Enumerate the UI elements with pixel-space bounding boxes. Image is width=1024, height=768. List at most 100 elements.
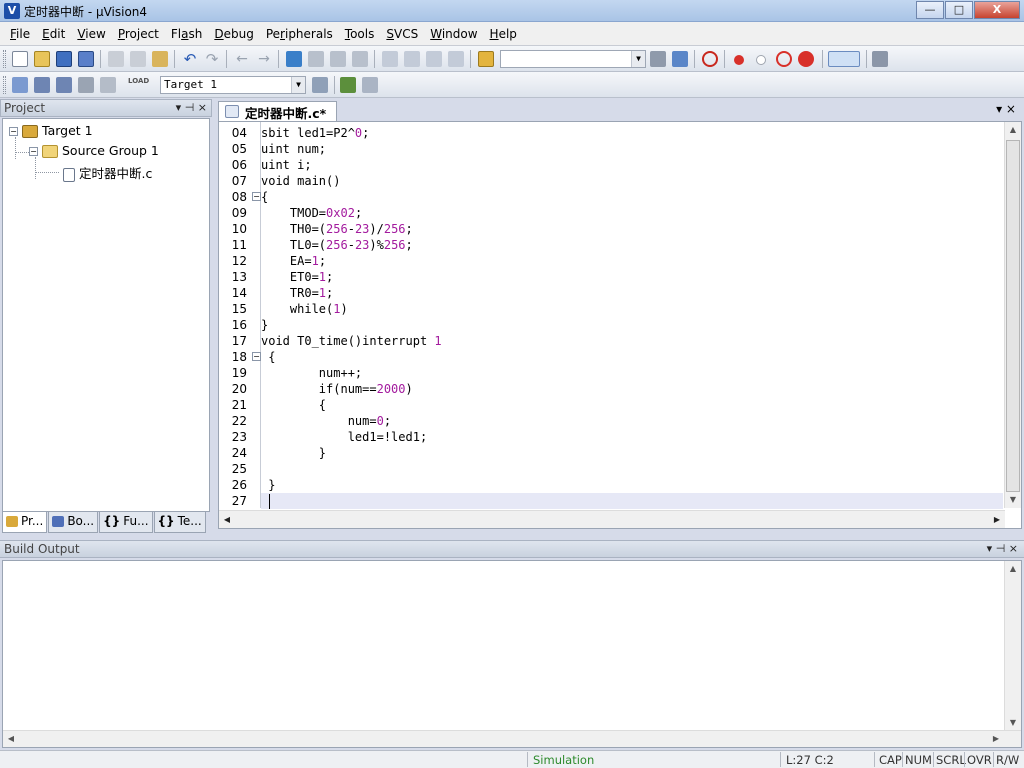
code-line[interactable]: TL0=(256-23)%256; — [261, 237, 1003, 253]
editor-controls[interactable]: ▾ × — [996, 102, 1016, 116]
code-area[interactable]: sbit led1=P2^0; uint num; uint i; void main… — [261, 122, 1003, 508]
project-panel-controls[interactable]: ▾ ⊣ × — [176, 100, 207, 116]
prev-bookmark-icon[interactable] — [308, 51, 324, 67]
debug-session-icon[interactable] — [702, 51, 718, 67]
menu-item[interactable]: Debug — [208, 27, 259, 41]
menu-item[interactable]: Edit — [36, 27, 71, 41]
unindent-icon[interactable] — [404, 51, 420, 67]
new-file-icon[interactable] — [12, 51, 28, 67]
paste-icon[interactable] — [152, 51, 168, 67]
find-combo[interactable]: ▼ — [500, 50, 646, 68]
rebuild-icon[interactable] — [56, 77, 72, 93]
code-line[interactable]: void T0_time()interrupt 1 — [261, 333, 1003, 349]
stop-build-icon[interactable] — [100, 77, 116, 93]
menu-item[interactable]: Help — [484, 27, 523, 41]
tree-item-source-file[interactable]: 定时器中断.c — [63, 163, 152, 182]
chevron-down-icon[interactable]: ▼ — [291, 77, 305, 93]
target-combo[interactable]: Target 1 ▼ — [160, 76, 306, 94]
tab-project[interactable]: Pr... — [2, 512, 48, 533]
code-line[interactable]: while(1) — [261, 301, 1003, 317]
download-icon[interactable]: LOAD — [128, 77, 149, 93]
code-line[interactable]: } — [261, 317, 1003, 333]
code-line[interactable] — [261, 493, 1003, 509]
target-options-icon[interactable] — [312, 77, 328, 93]
menu-item[interactable]: Window — [424, 27, 483, 41]
horizontal-scrollbar[interactable]: ◀ ▶ — [3, 730, 1021, 747]
code-line[interactable]: num++; — [261, 365, 1003, 381]
menu-item[interactable]: Flash — [165, 27, 208, 41]
chevron-down-icon[interactable]: ▼ — [631, 51, 645, 67]
code-line[interactable]: } — [261, 477, 1003, 493]
tree-item-target[interactable]: − Target 1 — [9, 123, 93, 138]
scrollbar-thumb[interactable] — [1006, 140, 1020, 492]
copy-icon[interactable] — [130, 51, 146, 67]
redo-icon[interactable]: ↷ — [204, 51, 220, 67]
menu-item[interactable]: SVCS — [380, 27, 424, 41]
code-line[interactable]: sbit led1=P2^0; — [261, 125, 1003, 141]
menu-item[interactable]: Tools — [339, 27, 381, 41]
code-line[interactable]: if(num==2000) — [261, 381, 1003, 397]
code-editor[interactable]: 04 05 06 07 08 09 10 11 12 13 14 15 16 17 18 19 20 21 22 23… — [218, 121, 1022, 529]
tree-item-source-group[interactable]: − Source Group 1 — [29, 143, 159, 158]
open-file-icon[interactable] — [34, 51, 50, 67]
fold-toggle-icon[interactable]: − — [252, 352, 261, 361]
next-bookmark-icon[interactable] — [330, 51, 346, 67]
horizontal-scrollbar[interactable]: ◀ ▶ — [219, 510, 1005, 528]
code-line[interactable]: { — [261, 349, 1003, 365]
code-line[interactable]: TH0=(256-23)/256; — [261, 221, 1003, 237]
batch-build-icon[interactable] — [78, 77, 94, 93]
scroll-down-icon[interactable]: ▼ — [1005, 492, 1021, 508]
comment-icon[interactable] — [426, 51, 442, 67]
scroll-left-icon[interactable]: ◀ — [3, 731, 19, 747]
bookmark-icon[interactable] — [286, 51, 302, 67]
clear-bookmarks-icon[interactable] — [352, 51, 368, 67]
tab-books[interactable]: Bo... — [48, 512, 99, 533]
collapse-icon[interactable]: − — [29, 147, 38, 156]
close-window-button[interactable]: X — [974, 1, 1020, 19]
navigate-back-icon[interactable]: ← — [234, 51, 250, 67]
manage-components-icon[interactable] — [340, 77, 356, 93]
incremental-find-icon[interactable] — [672, 51, 688, 67]
maximize-button[interactable]: □ — [945, 1, 973, 19]
build-output-controls[interactable]: ▾ ⊣ × — [987, 541, 1018, 557]
code-line[interactable]: TMOD=0x02; — [261, 205, 1003, 221]
kill-all-breakpoints-icon[interactable] — [798, 51, 814, 67]
scroll-up-icon[interactable]: ▲ — [1005, 561, 1021, 577]
code-line[interactable]: uint i; — [261, 157, 1003, 173]
code-line[interactable] — [261, 461, 1003, 477]
code-line[interactable]: { — [261, 189, 1003, 205]
configure-icon[interactable] — [872, 51, 888, 67]
scroll-right-icon[interactable]: ▶ — [989, 511, 1005, 528]
vertical-scrollbar[interactable]: ▲ ▼ — [1004, 122, 1021, 508]
code-line[interactable]: uint num; — [261, 141, 1003, 157]
minimize-button[interactable]: — — [916, 1, 944, 19]
code-line[interactable]: ET0=1; — [261, 269, 1003, 285]
menu-item[interactable]: View — [71, 27, 111, 41]
build-icon[interactable] — [34, 77, 50, 93]
scrollbar-thumb[interactable] — [237, 512, 983, 526]
code-line[interactable]: TR0=1; — [261, 285, 1003, 301]
navigate-forward-icon[interactable]: → — [256, 51, 272, 67]
save-icon[interactable] — [56, 51, 72, 67]
code-line[interactable]: } — [261, 445, 1003, 461]
disable-all-breakpoints-icon[interactable] — [776, 51, 792, 67]
build-output-pane[interactable]: ▲ ▼ ◀ ▶ — [2, 560, 1022, 748]
window-layout-icon[interactable] — [828, 51, 860, 67]
cut-icon[interactable] — [108, 51, 124, 67]
indent-icon[interactable] — [382, 51, 398, 67]
toolbar-grip[interactable] — [3, 50, 6, 68]
tab-templates[interactable]: {} Te... — [153, 512, 206, 533]
code-line[interactable]: num=0; — [261, 413, 1003, 429]
tab-source-file[interactable]: 定时器中断.c* — [218, 101, 338, 121]
menu-item[interactable]: File — [4, 27, 36, 41]
menu-item[interactable]: Project — [112, 27, 165, 41]
find-in-files-icon[interactable] — [478, 51, 494, 67]
code-line[interactable]: EA=1; — [261, 253, 1003, 269]
tab-functions[interactable]: {} Fu... — [99, 512, 153, 533]
select-packs-icon[interactable] — [362, 77, 378, 93]
enable-breakpoint-icon[interactable] — [756, 55, 766, 65]
collapse-icon[interactable]: − — [9, 127, 18, 136]
scroll-right-icon[interactable]: ▶ — [988, 731, 1004, 747]
code-line[interactable]: void main() — [261, 173, 1003, 189]
find-icon[interactable] — [650, 51, 666, 67]
